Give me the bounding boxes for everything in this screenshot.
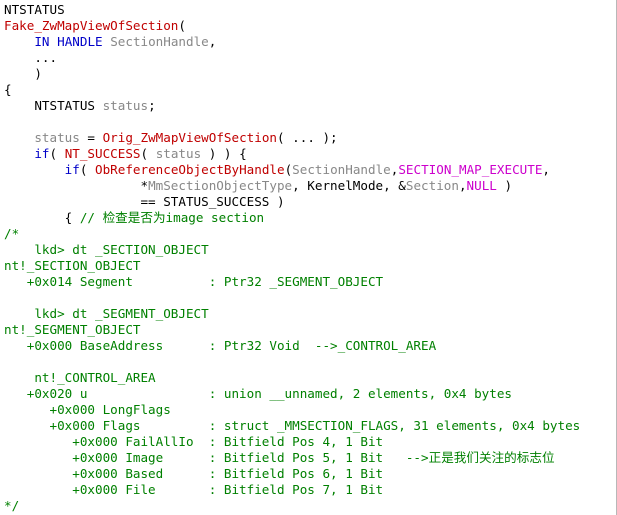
code-token: ) ) { <box>201 146 247 161</box>
code-token: IN <box>34 34 50 49</box>
code-line: ) <box>4 66 616 82</box>
code-token: status <box>155 146 202 161</box>
code-token: ) <box>4 66 42 81</box>
code-token: status <box>34 130 80 145</box>
code-line: NTSTATUS status; <box>4 98 616 114</box>
code-token: nt!_CONTROL_AREA <box>4 370 156 385</box>
code-line: *MmSectionObjectType, KernelMode, &Secti… <box>4 178 616 194</box>
code-token: +0x000 FailAllIo : Bitfield Pos 4, 1 Bit <box>4 434 384 449</box>
code-line: lkd> dt _SECTION_OBJECT <box>4 242 616 258</box>
code-token: Section <box>405 178 459 193</box>
code-token: ( <box>140 146 156 161</box>
code-token: +0x000 BaseAddress : Ptr32 Void -->_CONT… <box>4 338 437 353</box>
code-line: +0x000 Based : Bitfield Pos 6, 1 Bit <box>4 466 616 482</box>
code-token: NTSTATUS <box>4 2 65 17</box>
code-line: if( NT_SUCCESS( status ) ) { <box>4 146 616 162</box>
code-token: */ <box>4 498 20 513</box>
code-token: ; <box>148 98 156 113</box>
code-line: { <box>4 82 616 98</box>
code-editor[interactable]: NTSTATUS Fake_ZwMapViewOfSection( IN HAND… <box>0 0 617 515</box>
code-token: ) <box>496 178 513 193</box>
code-line: +0x020 u : union __unnamed, 2 elements, … <box>4 386 616 402</box>
code-token: { <box>4 82 12 97</box>
code-token: == STATUS_SUCCESS ) <box>4 194 285 209</box>
code-token: HANDLE <box>57 34 103 49</box>
code-token: , <box>208 34 217 49</box>
code-token: /* <box>4 226 20 241</box>
code-line: status = Orig_ZwMapViewOfSection( ... ); <box>4 130 616 146</box>
code-line: */ <box>4 498 616 514</box>
code-line: nt!_CONTROL_AREA <box>4 370 616 386</box>
code-token: +0x000 Flags : struct _MMSECTION_FLAGS, … <box>4 418 581 433</box>
code-token: , KernelMode, & <box>292 178 406 193</box>
code-token: ... <box>4 50 58 65</box>
code-line: +0x000 Flags : struct _MMSECTION_FLAGS, … <box>4 418 616 434</box>
code-line: +0x014 Segment : Ptr32 _SEGMENT_OBJECT <box>4 274 616 290</box>
code-token: Fake_ZwMapViewOfSection <box>4 18 179 33</box>
code-line: Fake_ZwMapViewOfSection( <box>4 18 616 34</box>
code-token: nt!_SEGMENT_OBJECT <box>4 322 141 337</box>
code-line: NTSTATUS <box>4 2 616 18</box>
code-line: lkd> dt _SEGMENT_OBJECT <box>4 306 616 322</box>
code-line: +0x000 FailAllIo : Bitfield Pos 4, 1 Bit <box>4 434 616 450</box>
code-token: ( <box>178 18 186 33</box>
code-token: nt!_SECTION_OBJECT <box>4 258 141 273</box>
code-token: lkd> dt _SECTION_OBJECT <box>4 242 209 257</box>
code-token: if <box>34 146 50 161</box>
code-token: MmSectionObjectType <box>148 178 293 193</box>
code-token: SectionHandle <box>102 34 209 49</box>
code-line: /* <box>4 226 616 242</box>
code-token: +0x000 LongFlags <box>4 402 171 417</box>
code-token: ObReferenceObjectByHandle <box>95 162 285 177</box>
code-line: IN HANDLE SectionHandle, <box>4 34 616 50</box>
code-token: NULL <box>466 178 497 193</box>
code-line: +0x000 LongFlags <box>4 402 616 418</box>
code-token: +0x000 File : Bitfield Pos 7, 1 Bit <box>4 482 384 497</box>
code-token: ( ... ); <box>276 130 338 145</box>
code-token: = <box>79 130 103 145</box>
code-token: Orig_ZwMapViewOfSection <box>102 130 277 145</box>
code-token: * <box>4 178 149 193</box>
code-token: // 检查是否为image section <box>79 210 265 225</box>
code-token: NTSTATUS <box>4 98 103 113</box>
code-token: lkd> dt _SEGMENT_OBJECT <box>4 306 209 321</box>
code-token: , <box>542 162 550 177</box>
code-token: +0x000 Based : Bitfield Pos 6, 1 Bit <box>4 466 384 481</box>
code-line: nt!_SEGMENT_OBJECT <box>4 322 616 338</box>
code-token: +0x020 u : union __unnamed, 2 elements, … <box>4 386 512 401</box>
code-line: +0x000 Image : Bitfield Pos 5, 1 Bit -->… <box>4 450 616 466</box>
code-token: { <box>4 210 80 225</box>
code-token: NT_SUCCESS <box>64 146 141 161</box>
code-token: +0x000 Image : Bitfield Pos 5, 1 Bit -->… <box>4 450 555 465</box>
code-line: +0x000 File : Bitfield Pos 7, 1 Bit <box>4 482 616 498</box>
code-token: if <box>64 162 80 177</box>
code-line: +0x000 BaseAddress : Ptr32 Void -->_CONT… <box>4 338 616 354</box>
code-token: , <box>458 178 467 193</box>
code-token: SECTION_MAP_EXECUTE <box>398 162 543 177</box>
code-token: ( <box>49 146 65 161</box>
code-line: { // 检查是否为image section <box>4 210 616 226</box>
code-token: status <box>102 98 149 113</box>
code-token: ( <box>79 162 96 177</box>
code-line: nt!_SECTION_OBJECT <box>4 258 616 274</box>
code-line: == STATUS_SUCCESS ) <box>4 194 616 210</box>
code-token: SectionHandle <box>292 162 391 177</box>
code-line: if( ObReferenceObjectByHandle(SectionHan… <box>4 162 616 178</box>
code-token: +0x014 Segment : Ptr32 _SEGMENT_OBJECT <box>4 274 384 289</box>
code-line: ... <box>4 50 616 66</box>
